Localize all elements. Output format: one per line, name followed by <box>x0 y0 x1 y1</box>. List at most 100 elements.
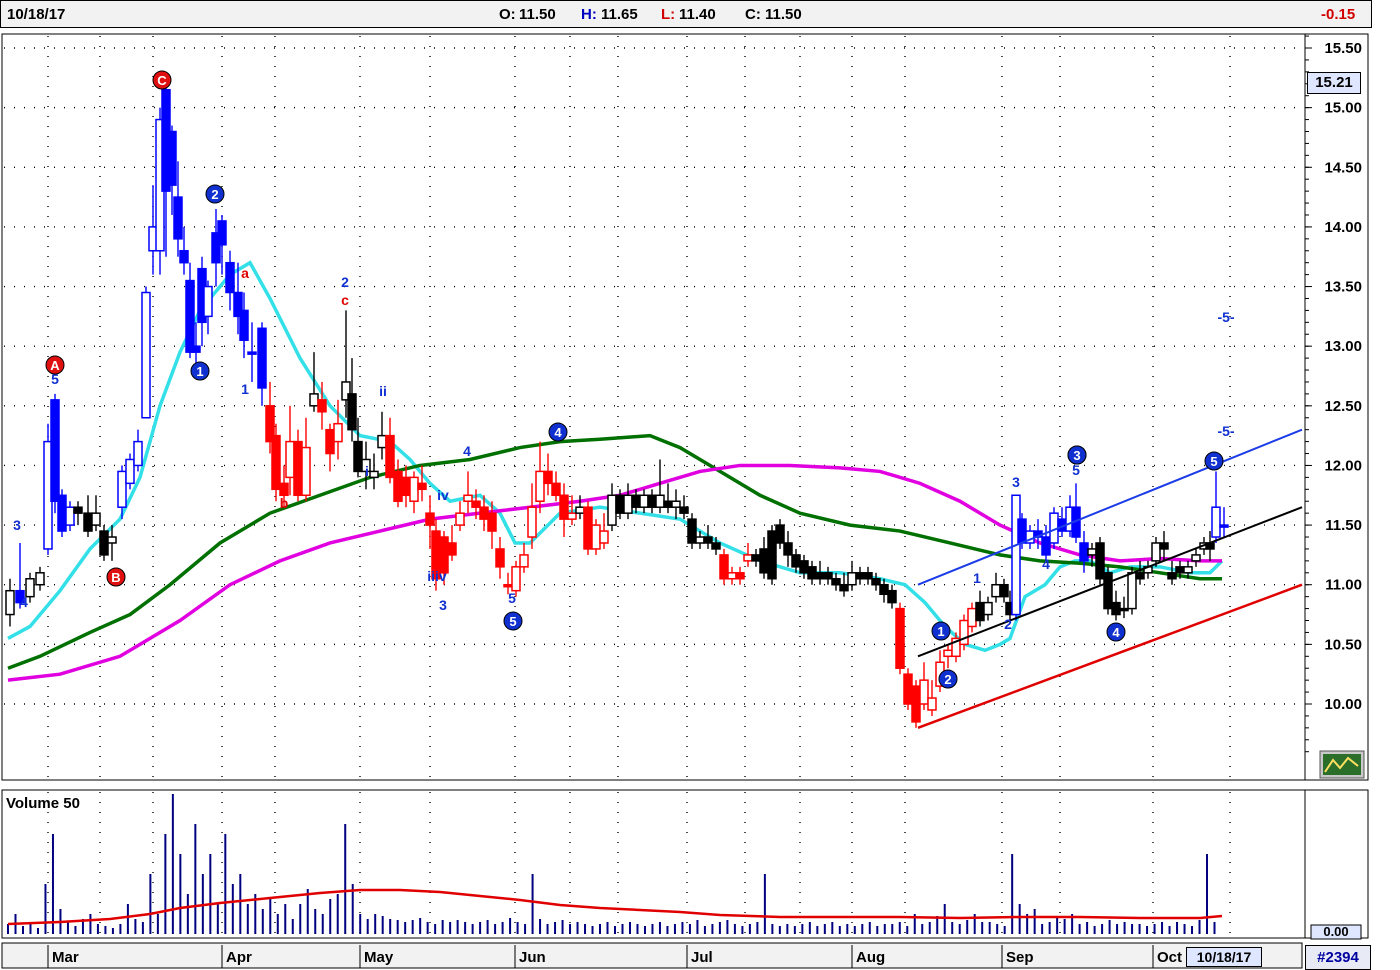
candle-body[interactable] <box>671 500 681 508</box>
candle-body[interactable] <box>535 470 545 502</box>
candle-body[interactable] <box>239 309 249 341</box>
candle-body[interactable] <box>471 500 481 508</box>
candle-body[interactable] <box>975 601 985 622</box>
candle-body[interactable] <box>615 494 625 514</box>
candle-body[interactable] <box>487 512 497 532</box>
candle-body[interactable] <box>385 434 395 479</box>
candle-body[interactable] <box>65 506 75 526</box>
candle-body[interactable] <box>855 572 865 580</box>
candle-body[interactable] <box>695 536 705 544</box>
price-chart[interactable]: 15.50 15.00 14.50 14.00 13.50 13.00 12.50 12.00… <box>0 0 1400 970</box>
candle-body[interactable] <box>133 440 143 467</box>
candle-body[interactable] <box>799 560 809 574</box>
candle-body[interactable] <box>1017 518 1027 544</box>
candle-body[interactable] <box>479 506 489 520</box>
candle-body[interactable] <box>983 601 993 616</box>
candle-body[interactable] <box>495 548 505 568</box>
candle-body[interactable] <box>735 572 745 580</box>
candle-body[interactable] <box>663 500 673 508</box>
candle-body[interactable] <box>279 482 289 497</box>
candle-body[interactable] <box>943 649 953 658</box>
candle-body[interactable] <box>831 578 841 586</box>
candle-body[interactable] <box>887 589 897 604</box>
candle-body[interactable] <box>50 399 60 502</box>
candle-body[interactable] <box>57 494 67 532</box>
candle-body[interactable] <box>519 554 529 568</box>
candle-body[interactable] <box>401 476 411 497</box>
candle-body[interactable] <box>325 428 335 455</box>
candle-body[interactable] <box>107 536 117 544</box>
candle-body[interactable] <box>393 470 403 502</box>
candle-body[interactable] <box>141 291 151 419</box>
candle-body[interactable] <box>1041 536 1051 556</box>
candle-body[interactable] <box>791 554 801 568</box>
candle-body[interactable] <box>1191 554 1201 562</box>
candle-body[interactable] <box>463 494 473 502</box>
candle-body[interactable] <box>687 518 697 544</box>
candle-body[interactable] <box>455 512 465 526</box>
candle-body[interactable] <box>655 494 665 508</box>
candle-body[interactable] <box>679 506 689 514</box>
candle-body[interactable] <box>167 130 177 186</box>
candle-body[interactable] <box>409 476 419 502</box>
candle-body[interactable] <box>1095 542 1105 580</box>
candle-body[interactable] <box>927 697 937 711</box>
candle-body[interactable] <box>863 572 873 580</box>
candle-body[interactable] <box>527 506 537 538</box>
candle-body[interactable] <box>647 494 657 508</box>
candle-body[interactable] <box>591 524 601 550</box>
candle-body[interactable] <box>703 536 713 544</box>
candle-body[interactable] <box>551 482 561 497</box>
candle-body[interactable] <box>203 285 213 318</box>
candle-body[interactable] <box>895 607 905 669</box>
candle-body[interactable] <box>575 506 585 514</box>
candle-body[interactable] <box>1175 566 1185 574</box>
candle-body[interactable] <box>871 578 881 586</box>
candle-body[interactable] <box>1159 542 1169 550</box>
candle-body[interactable] <box>743 554 753 562</box>
candle-body[interactable] <box>1087 548 1097 556</box>
candle-body[interactable] <box>807 566 817 580</box>
candle-body[interactable] <box>999 583 1009 598</box>
candle-body[interactable] <box>173 196 183 240</box>
candle-body[interactable] <box>271 434 281 491</box>
candle-body[interactable] <box>425 512 435 526</box>
candle-body[interactable] <box>191 345 201 353</box>
candle-body[interactable] <box>911 685 921 723</box>
candle-body[interactable] <box>719 554 729 580</box>
candle-body[interactable] <box>623 494 633 514</box>
candle-body[interactable] <box>751 554 761 562</box>
candle-body[interactable] <box>1135 572 1145 580</box>
candle-body[interactable] <box>317 399 327 413</box>
candle-body[interactable] <box>309 393 319 407</box>
candle-body[interactable] <box>727 572 737 580</box>
candle-body[interactable] <box>99 530 109 556</box>
candle-body[interactable] <box>217 220 227 246</box>
candle-body[interactable] <box>293 440 303 497</box>
candle-body[interactable] <box>257 327 267 389</box>
candle-body[interactable] <box>847 572 857 586</box>
candle-body[interactable] <box>759 548 769 574</box>
candle-body[interactable] <box>369 470 379 479</box>
candle-body[interactable] <box>353 440 363 473</box>
candle-body[interactable] <box>823 572 833 580</box>
candle-body[interactable] <box>959 619 969 646</box>
candle-body[interactable] <box>35 572 45 586</box>
candle-body[interactable] <box>583 506 593 550</box>
candle-body[interactable] <box>775 524 785 544</box>
candle-body[interactable] <box>967 607 977 628</box>
candle-body[interactable] <box>815 572 825 580</box>
candle-body[interactable] <box>879 583 889 596</box>
candle-body[interactable] <box>607 494 617 526</box>
candle-body[interactable] <box>179 250 189 264</box>
candle-body[interactable] <box>1167 572 1177 580</box>
candle-body[interactable] <box>1219 524 1229 528</box>
candle-body[interactable] <box>1011 494 1021 616</box>
candle-body[interactable] <box>559 494 569 520</box>
candle-body[interactable] <box>639 494 649 508</box>
chart-thumbnail-icon[interactable] <box>1319 750 1365 779</box>
candle-body[interactable] <box>125 458 135 485</box>
candle-body[interactable] <box>247 351 257 355</box>
candle-body[interactable] <box>1127 572 1137 610</box>
candle-body[interactable] <box>543 470 553 485</box>
